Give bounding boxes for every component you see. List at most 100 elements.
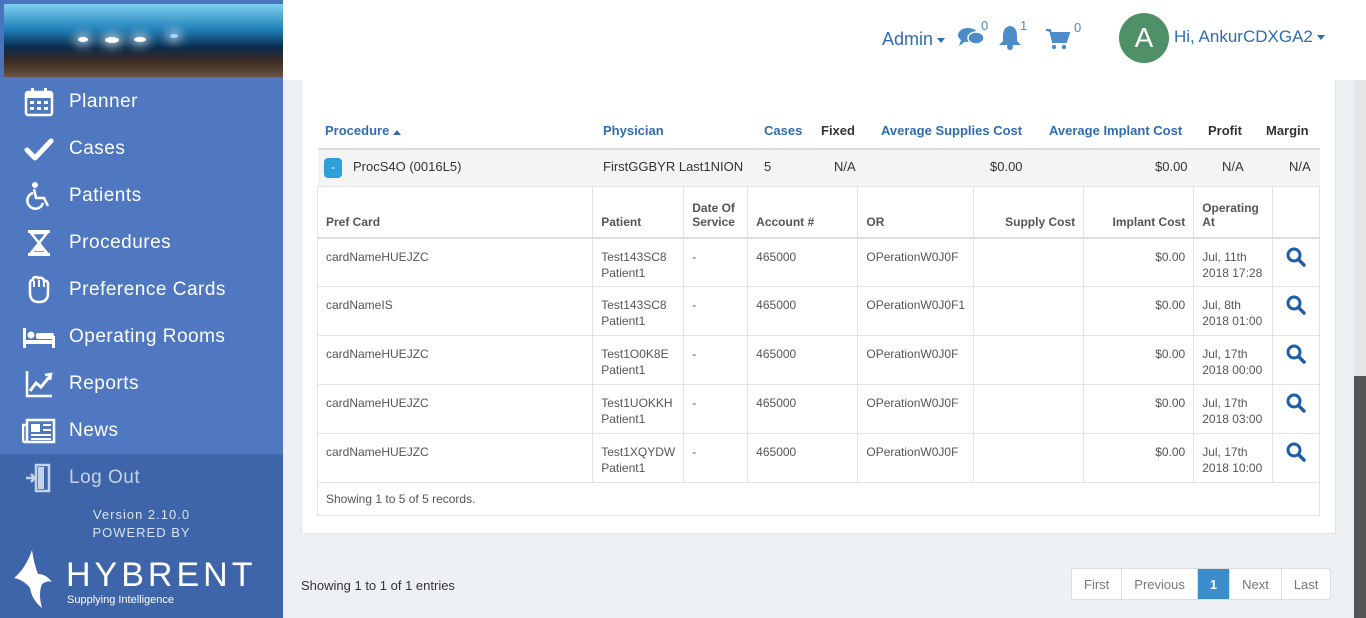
account-cell: 465000 [747,335,859,385]
sidebar-item-news[interactable]: News [0,407,283,454]
operating-time: 2018 17:28 [1202,265,1263,280]
patient-name: Test143SC8 [601,249,667,264]
cases-cell: 5 [764,159,772,174]
logout-button[interactable]: Log Out [0,454,283,501]
operating-date: Jul, 11th [1202,249,1247,264]
patient-cell: Test143SC8 Patient1 [592,286,685,336]
pagination-last-button[interactable]: Last [1280,569,1331,599]
operating-at-cell: Jul, 17th 2018 00:00 [1193,335,1274,385]
or-cell: OPerationW0J0F [857,237,975,287]
notification-count-badge: 1 [1020,18,1028,33]
implant-cost-cell: $0.00 [1083,384,1195,434]
account-cell: 465000 [747,433,859,483]
sidebar: Planner Cases Patients Procedures Prefer… [0,0,283,618]
sidebar-item-planner[interactable]: Planner [0,78,283,125]
column-header-cases[interactable]: Cases [764,123,802,138]
search-icon[interactable] [1286,442,1306,465]
sidebar-item-operating-rooms[interactable]: Operating Rooms [0,313,283,360]
sidebar-item-label: Patients [69,184,142,206]
user-menu[interactable]: Hi, AnkurCDXGA2 [1174,27,1325,47]
column-header-supply-cost: Supply Cost [973,186,1085,239]
search-icon[interactable] [1286,295,1306,318]
sidebar-item-reports[interactable]: Reports [0,360,283,407]
entries-summary: Showing 1 to 1 of 1 entries [301,578,455,593]
search-icon[interactable] [1286,247,1306,270]
avg-supplies-cell: $0.00 [990,159,1023,174]
account-cell: 465000 [747,384,859,434]
caret-down-icon [1316,35,1325,41]
header-line: Service [692,214,735,229]
account-cell: 465000 [747,286,859,336]
operating-time: 2018 00:00 [1202,363,1263,377]
patient-name: Test1XQYDW [601,445,676,459]
pagination: First Previous 1 Next Last [1071,568,1332,600]
hourglass-icon [22,227,56,259]
fixed-cell: N/A [834,159,856,174]
view-case-cell [1272,286,1320,336]
or-cell: OPerationW0J0F [857,384,975,434]
bed-icon [22,321,56,353]
admin-menu[interactable]: Admin [882,29,946,50]
supply-cost-cell [973,433,1085,483]
cart-icon[interactable] [1045,28,1071,55]
operating-date: Jul, 17th [1202,445,1248,459]
view-case-cell [1272,384,1320,434]
date-of-service-cell: - [683,384,749,434]
operating-time: 2018 01:00 [1202,314,1263,328]
patient-cell: Test1UOKKH Patient1 [592,384,685,434]
patient-name: Test1UOKKH [601,396,673,410]
patient-name-line2: Patient1 [601,314,646,328]
column-header-pref-card: Pref Card [316,186,594,239]
column-header-procedure[interactable]: Procedure [325,123,401,138]
pagination-previous-button[interactable]: Previous [1121,569,1197,599]
margin-cell: N/A [1289,159,1311,174]
page-scrollbar-thumb[interactable] [1354,376,1366,618]
or-cell: OPerationW0J0F [857,433,975,483]
user-greeting: Hi, AnkurCDXGA2 [1174,27,1313,46]
case-detail-table: Pref Card Patient Date Of Service Account… [316,186,1320,483]
brand-tagline: Supplying Intelligence [67,594,175,606]
sidebar-item-label: Operating Rooms [69,325,226,347]
sidebar-item-label: Procedures [69,231,172,253]
column-header-physician[interactable]: Physician [603,123,664,138]
supply-cost-cell [973,286,1085,336]
avg-implant-cell: $0.00 [1155,159,1188,174]
operating-at-cell: Jul, 17th 2018 10:00 [1193,433,1274,483]
wheelchair-icon [22,180,56,212]
implant-cost-cell: $0.00 [1083,237,1195,287]
collapse-row-button[interactable]: - [324,158,342,178]
column-header-label: Procedure [325,123,390,138]
supply-cost-cell [973,335,1085,385]
table-header-row: Pref Card Patient Date Of Service Account… [316,186,1320,239]
supply-cost-cell [973,384,1085,434]
column-header-average-implant-cost[interactable]: Average Implant Cost [1049,123,1182,138]
patient-cell: Test143SC8 Patient1 [592,237,685,287]
newspaper-icon [22,415,56,447]
column-header-average-supplies-cost[interactable]: Average Supplies Cost [881,123,1022,138]
operating-at-cell: Jul, 11th 2018 17:28 [1193,237,1274,287]
operating-at-cell: Jul, 17th 2018 03:00 [1193,384,1274,434]
patient-name: Test143SC8 [601,298,667,312]
brand-name: HYBRENT [66,556,257,594]
operating-time: 2018 10:00 [1202,461,1263,475]
pagination-next-button[interactable]: Next [1229,569,1281,599]
search-icon[interactable] [1286,393,1306,416]
table-row: cardNameHUEJZC Test143SC8 Patient1-465000 O… [316,237,1320,287]
pagination-page-1[interactable]: 1 [1196,569,1230,599]
search-icon[interactable] [1286,344,1306,367]
supply-cost-cell [973,237,1085,287]
date-of-service-cell: - [683,237,749,287]
sidebar-item-cases[interactable]: Cases [0,125,283,172]
pagination-first-button[interactable]: First [1072,569,1121,599]
sidebar-menu: Planner Cases Patients Procedures Prefer… [0,78,283,501]
version-info: Version 2.10.0 POWERED BY [0,506,283,542]
or-cell: OPerationW0J0F1 [857,286,975,336]
avatar[interactable]: A [1119,13,1169,63]
sidebar-item-preference-cards[interactable]: Preference Cards [0,266,283,313]
column-header-profit: Profit [1208,123,1242,138]
sidebar-item-procedures[interactable]: Procedures [0,219,283,266]
account-cell: 465000 [747,237,859,287]
calendar-icon [22,86,56,118]
patient-name: Test1O0K8E [601,347,669,361]
sidebar-item-patients[interactable]: Patients [0,172,283,219]
